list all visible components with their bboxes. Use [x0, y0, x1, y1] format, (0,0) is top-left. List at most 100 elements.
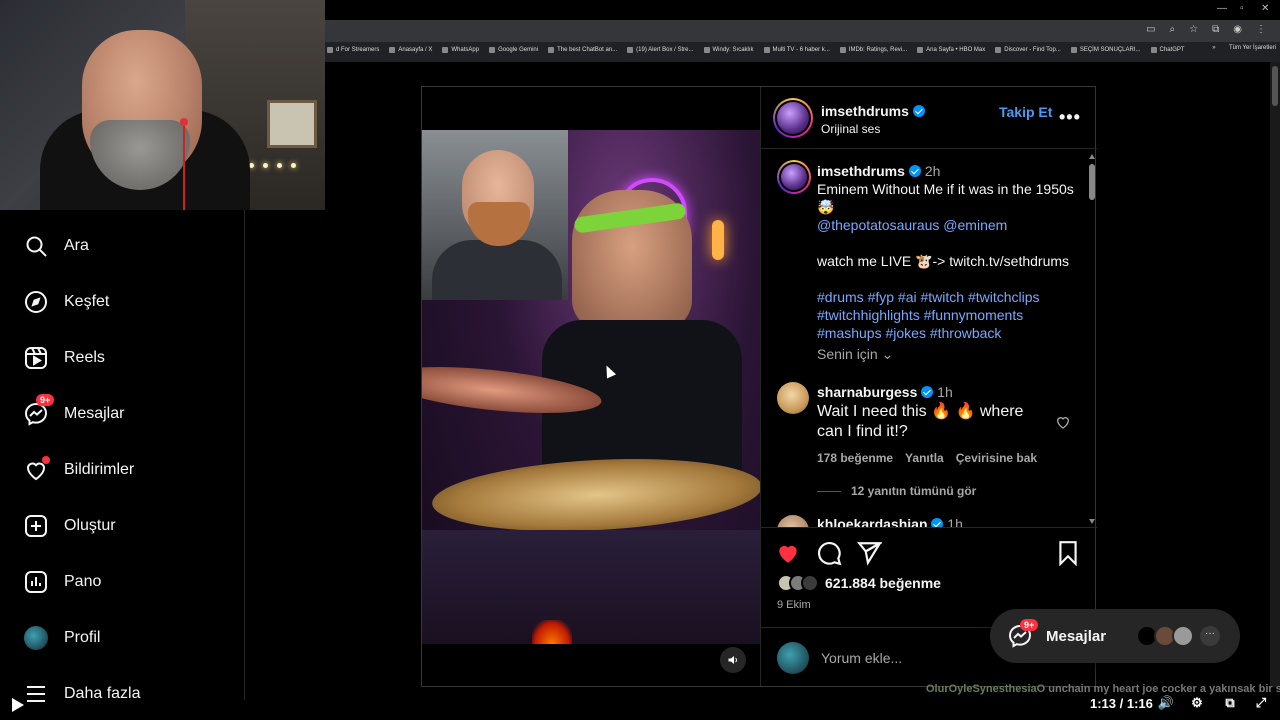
share-icon[interactable]	[856, 540, 882, 566]
post-header: imsethdrums Orijinal ses Takip Et •••	[761, 87, 1097, 149]
nav-item-notifications[interactable]: Bildirimler	[24, 453, 134, 487]
bookmark-item[interactable]: Google Gemini	[489, 47, 538, 53]
commenter-avatar[interactable]	[777, 515, 809, 527]
comment: sharnaburgess 1h Wait I need this 🔥 🔥 wh…	[817, 384, 1047, 442]
bookmarks-overflow[interactable]: »	[1212, 45, 1215, 51]
bookmark-favicon	[917, 47, 924, 53]
menu-icon[interactable]: ⋮	[1256, 24, 1266, 35]
bookmark-favicon	[763, 47, 770, 53]
nav-item-messages[interactable]: 9+ Mesajlar	[24, 394, 124, 431]
heart-icon	[24, 456, 50, 482]
bookmark-favicon	[442, 47, 449, 53]
reel-video[interactable]	[422, 87, 760, 686]
bookmark-item[interactable]: Windy: Sıcaklık	[703, 47, 754, 53]
comment-likes[interactable]: 178 beğenme	[817, 451, 893, 465]
comments-scrollbar[interactable]	[1089, 154, 1095, 524]
bookmark-item[interactable]: The best ChatBot an...	[548, 47, 617, 53]
messages-floating-button[interactable]: 9+ Mesajlar ···	[990, 609, 1240, 663]
bookmark-label: ChatGPT	[1159, 47, 1185, 53]
nav-label: Bildirimler	[64, 461, 135, 478]
follow-button[interactable]: Takip Et	[999, 104, 1052, 120]
reply-button[interactable]: Yanıtla	[905, 451, 944, 465]
mention-link[interactable]: @eminem	[943, 217, 1007, 233]
comment-username[interactable]: sharnaburgess	[817, 384, 917, 400]
hashtags[interactable]: #twitchhighlights #funnymoments	[817, 306, 1079, 324]
author-username[interactable]: imsethdrums	[821, 103, 909, 119]
comments-list[interactable]: imsethdrums 2h Eminem Without Me if it w…	[761, 150, 1097, 527]
zoom-icon[interactable]: ⌕	[1170, 24, 1176, 35]
nav-item-search[interactable]: Ara	[24, 229, 89, 263]
caption-live-text: watch me LIVE 🐮-> twitch.tv/sethdrums	[817, 253, 1070, 269]
author-avatar[interactable]	[773, 98, 813, 138]
bookmark-item[interactable]: ChatGPT	[1150, 47, 1185, 53]
bookmark-item[interactable]: IMDb: Ratings, Revi...	[839, 47, 908, 53]
nav-item-create[interactable]: Oluştur	[24, 509, 116, 543]
screen: { "browser": { "bookmarks": [ {"label": …	[0, 0, 1280, 720]
verified-icon	[908, 165, 921, 177]
mention-link[interactable]: @thepotatosauraus	[817, 217, 939, 233]
messages-label: Mesajlar	[1046, 628, 1107, 645]
caption-username[interactable]: imsethdrums	[817, 163, 905, 179]
caption-avatar[interactable]	[777, 160, 811, 194]
cast-icon[interactable]: ▭	[1146, 24, 1155, 35]
view-replies-button[interactable]: 12 yanıtın tümünü gör	[817, 484, 976, 498]
save-icon[interactable]	[1055, 540, 1081, 566]
nav-item-explore[interactable]: Keşfet	[24, 285, 109, 319]
restore-icon[interactable]: ▫	[1240, 3, 1244, 14]
liker-avatars	[777, 574, 819, 592]
bookmark-item[interactable]: d For Streamers	[327, 47, 379, 53]
profile-icon[interactable]: ◉	[1233, 24, 1242, 35]
post-modal: imsethdrums Orijinal ses Takip Et ••• im…	[421, 86, 1097, 687]
more-options-icon[interactable]: •••	[1059, 107, 1081, 128]
audio-label[interactable]: Orijinal ses	[821, 122, 880, 136]
bookmark-label: IMDb: Ratings, Revi...	[848, 47, 908, 53]
close-window-icon[interactable]: ✕	[1261, 3, 1269, 14]
bookmark-item[interactable]: SEÇİM SONUÇLARI...	[1070, 47, 1141, 53]
all-bookmarks[interactable]: » Tüm Yer İşaretleri	[1212, 45, 1276, 51]
more-icon[interactable]: ···	[1200, 626, 1220, 646]
hashtags[interactable]: #mashups #jokes #throwback	[817, 324, 1079, 342]
chevron-down-icon: ⌄	[881, 346, 894, 362]
video-player-bar: 1:13 / 1:16 🔊 ⚙ ⧉ ⤢	[0, 690, 1280, 720]
nav-item-profile[interactable]: Profil	[24, 621, 100, 655]
reels-icon	[24, 346, 48, 370]
recent-chat-avatars	[1136, 625, 1194, 647]
hashtags[interactable]: #drums #fyp #ai #twitch #twitchclips	[817, 288, 1079, 306]
fullscreen-icon[interactable]: ⤢	[1252, 694, 1270, 712]
comment: khloekardashian 1h	[817, 516, 1047, 527]
bookmark-item[interactable]: (19) Alert Box / Stre...	[627, 47, 694, 53]
bookmark-favicon	[839, 47, 846, 53]
comment-like-icon[interactable]	[1055, 414, 1071, 430]
minimize-icon[interactable]: —	[1217, 3, 1227, 14]
bookmark-label: WhatsApp	[451, 47, 480, 53]
liked-heart-icon[interactable]	[775, 540, 801, 566]
comment-input[interactable]: Yorum ekle...	[821, 650, 902, 666]
page-scrollbar[interactable]	[1270, 62, 1280, 687]
duet-inset-video	[422, 130, 568, 300]
volume-icon[interactable]: 🔊	[1157, 694, 1175, 712]
bookmark-item[interactable]: WhatsApp	[442, 47, 479, 53]
volume-button[interactable]	[720, 647, 746, 673]
caption-text: Eminem Without Me if it was in the 1950s…	[817, 181, 1074, 215]
extensions-icon[interactable]: ⧉	[1212, 24, 1219, 35]
bookmark-favicon	[548, 47, 555, 53]
bookmark-star-icon[interactable]: ☆	[1189, 24, 1198, 35]
nav-item-reels[interactable]: Reels	[24, 341, 105, 375]
bookmark-item[interactable]: Discover - Find Top...	[995, 47, 1061, 53]
translate-button[interactable]: Çevirisine bak	[956, 451, 1037, 465]
comment-username[interactable]: khloekardashian	[817, 516, 928, 527]
comment-icon[interactable]	[816, 540, 842, 566]
nav-item-dashboard[interactable]: Pano	[24, 565, 101, 599]
commenter-avatar[interactable]	[777, 382, 809, 414]
settings-icon[interactable]: ⚙	[1188, 694, 1206, 712]
bookmark-item[interactable]: Ana Sayfa • HBO Max	[917, 47, 985, 53]
nav-label: Ara	[64, 237, 89, 254]
play-icon[interactable]	[12, 698, 24, 712]
like-summary[interactable]: 621.884 beğenme	[777, 574, 941, 592]
miniplayer-icon[interactable]: ⧉	[1221, 694, 1239, 712]
messages-badge: 9+	[1020, 619, 1039, 631]
bookmark-item[interactable]: Multi TV - 6 haber k...	[763, 47, 830, 53]
bookmark-item[interactable]: Anasayfa / X	[389, 47, 432, 53]
bookmark-label: SEÇİM SONUÇLARI...	[1079, 47, 1141, 53]
for-you-dropdown[interactable]: Senin için ⌄	[817, 346, 893, 363]
